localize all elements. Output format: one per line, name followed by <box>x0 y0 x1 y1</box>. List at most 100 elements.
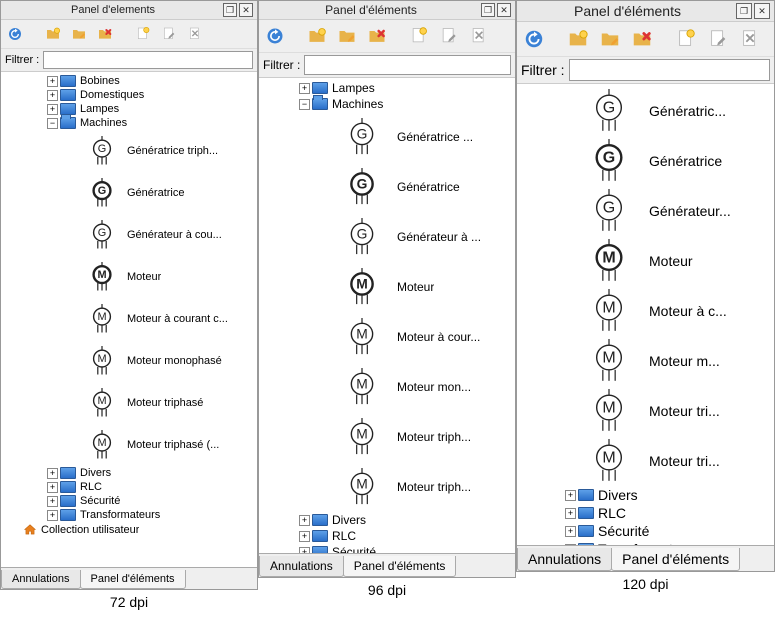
element-item[interactable]: G Génératrice ... <box>259 112 515 162</box>
restore-button[interactable]: ❐ <box>481 3 495 17</box>
expand-icon[interactable]: + <box>299 83 310 94</box>
element-item[interactable]: M Moteur tri... <box>517 436 774 486</box>
close-button[interactable]: ✕ <box>497 3 511 17</box>
delete-folder-button[interactable] <box>365 24 389 48</box>
element-tree[interactable]: + Lampes − Machines G Génératrice ... G … <box>259 77 515 553</box>
edit-folder-button[interactable] <box>597 26 623 52</box>
folder-node[interactable]: + RLC <box>259 528 515 544</box>
element-item[interactable]: G Génératrice <box>517 136 774 186</box>
folder-node[interactable]: + RLC <box>1 480 257 494</box>
filter-input[interactable] <box>304 55 511 75</box>
tab-annulations[interactable]: Annulations <box>517 548 612 571</box>
tab-elements[interactable]: Panel d'éléments <box>80 570 186 589</box>
folder-node-machines[interactable]: − Machines <box>259 96 515 112</box>
reload-button[interactable] <box>5 24 25 44</box>
folder-node[interactable]: + Transformateurs <box>1 508 257 522</box>
filter-input[interactable] <box>43 51 253 69</box>
element-item[interactable]: G Générateur à cou... <box>1 214 257 256</box>
expand-icon[interactable]: + <box>47 496 58 507</box>
folder-node[interactable]: + Divers <box>259 512 515 528</box>
element-item[interactable]: G Génératric... <box>517 86 774 136</box>
element-item[interactable]: M Moteur <box>1 256 257 298</box>
folder-node-machines[interactable]: − Machines <box>1 116 257 130</box>
element-item[interactable]: M Moteur triphasé (... <box>1 424 257 466</box>
delete-folder-button[interactable] <box>95 24 115 44</box>
folder-node[interactable]: + RLC <box>517 504 774 522</box>
expand-icon[interactable]: + <box>565 526 576 537</box>
element-item[interactable]: G Génératrice triph... <box>1 130 257 172</box>
folder-node[interactable]: + Sécurité <box>1 494 257 508</box>
close-button[interactable]: ✕ <box>754 3 770 19</box>
user-collection-node[interactable]: Collection utilisateur <box>1 522 257 538</box>
expand-icon[interactable]: + <box>565 544 576 546</box>
new-element-button[interactable] <box>133 24 153 44</box>
new-element-button[interactable] <box>407 24 431 48</box>
element-item[interactable]: M Moteur <box>517 236 774 286</box>
element-item[interactable]: G Génératrice <box>259 162 515 212</box>
element-item[interactable]: M Moteur à cour... <box>259 312 515 362</box>
element-item[interactable]: M Moteur triphasé <box>1 382 257 424</box>
reload-button[interactable] <box>521 26 547 52</box>
tab-elements[interactable]: Panel d'éléments <box>611 548 740 571</box>
expand-icon[interactable]: + <box>565 508 576 519</box>
expand-icon[interactable]: + <box>299 515 310 526</box>
expand-icon[interactable]: + <box>565 490 576 501</box>
filter-input[interactable] <box>569 59 770 81</box>
tab-elements[interactable]: Panel d'éléments <box>343 556 457 577</box>
element-tree[interactable]: + Bobines + Domestiques + Lampes − Machi… <box>1 71 257 567</box>
folder-node[interactable]: + Divers <box>517 486 774 504</box>
expand-icon[interactable]: + <box>47 90 58 101</box>
element-item[interactable]: M Moteur à courant c... <box>1 298 257 340</box>
tab-annulations[interactable]: Annulations <box>259 556 344 577</box>
restore-button[interactable]: ❐ <box>736 3 752 19</box>
element-item[interactable]: M Moteur m... <box>517 336 774 386</box>
new-folder-button[interactable] <box>305 24 329 48</box>
folder-node[interactable]: + Lampes <box>259 80 515 96</box>
edit-folder-button[interactable] <box>335 24 359 48</box>
close-button[interactable]: ✕ <box>239 3 253 17</box>
element-item[interactable]: G Générateur à ... <box>259 212 515 262</box>
element-item[interactable]: M Moteur tri... <box>517 386 774 436</box>
reload-button[interactable] <box>263 24 287 48</box>
collapse-icon[interactable]: − <box>47 118 58 129</box>
expand-icon[interactable]: + <box>299 547 310 554</box>
element-item[interactable]: G Générateur... <box>517 186 774 236</box>
folder-node[interactable]: + Domestiques <box>1 88 257 102</box>
folder-node[interactable]: + Bobines <box>1 74 257 88</box>
folder-node[interactable]: + Transformateurs <box>517 540 774 545</box>
folder-node[interactable]: + Sécurité <box>517 522 774 540</box>
element-item[interactable]: M Moteur monophasé <box>1 340 257 382</box>
edit-element-button[interactable] <box>437 24 461 48</box>
expand-icon[interactable]: + <box>47 482 58 493</box>
expand-icon[interactable]: + <box>47 468 58 479</box>
edit-folder-button[interactable] <box>69 24 89 44</box>
new-folder-button[interactable] <box>43 24 63 44</box>
expand-icon[interactable]: + <box>299 531 310 542</box>
expand-icon[interactable]: + <box>47 76 58 87</box>
element-tree[interactable]: G Génératric... G Génératrice G Générate… <box>517 83 774 545</box>
element-item[interactable]: M Moteur <box>259 262 515 312</box>
expand-icon[interactable]: + <box>47 510 58 521</box>
expand-icon[interactable]: + <box>47 104 58 115</box>
collapse-icon[interactable]: − <box>299 99 310 110</box>
edit-element-button[interactable] <box>705 26 731 52</box>
element-label: Moteur triph... <box>397 430 471 444</box>
delete-element-button[interactable] <box>185 24 205 44</box>
restore-button[interactable]: ❐ <box>223 3 237 17</box>
delete-element-button[interactable] <box>467 24 491 48</box>
edit-element-button[interactable] <box>159 24 179 44</box>
folder-node[interactable]: + Divers <box>1 466 257 480</box>
filter-label: Filtrer : <box>263 58 300 72</box>
element-item[interactable]: M Moteur mon... <box>259 362 515 412</box>
folder-node[interactable]: + Lampes <box>1 102 257 116</box>
delete-folder-button[interactable] <box>629 26 655 52</box>
new-folder-button[interactable] <box>565 26 591 52</box>
element-item[interactable]: G Génératrice <box>1 172 257 214</box>
element-item[interactable]: M Moteur triph... <box>259 412 515 462</box>
tab-annulations[interactable]: Annulations <box>1 570 81 589</box>
element-item[interactable]: M Moteur à c... <box>517 286 774 336</box>
new-element-button[interactable] <box>673 26 699 52</box>
delete-element-button[interactable] <box>737 26 763 52</box>
element-item[interactable]: M Moteur triph... <box>259 462 515 512</box>
folder-node[interactable]: + Sécurité <box>259 544 515 553</box>
